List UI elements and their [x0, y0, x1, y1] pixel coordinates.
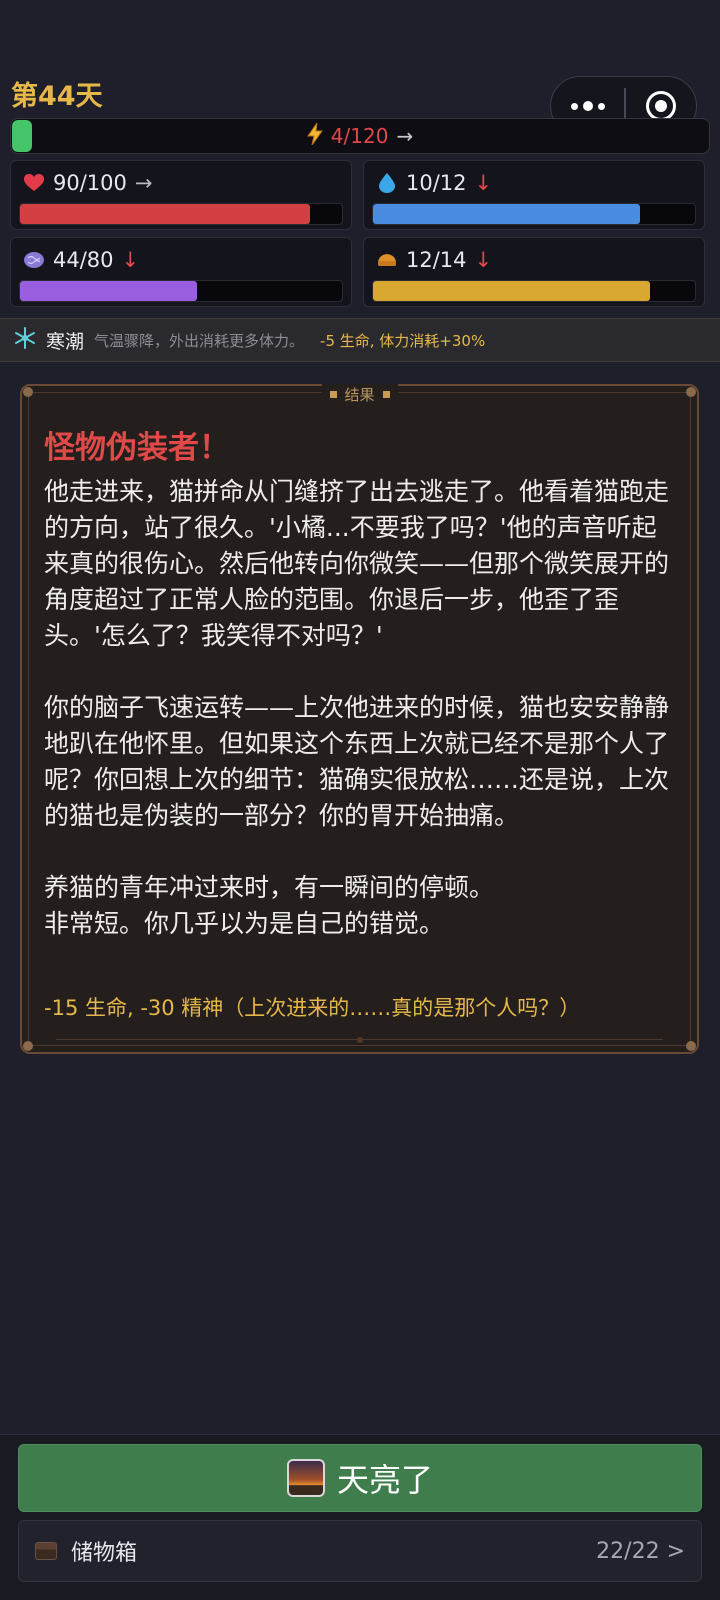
brain-icon [23, 249, 45, 271]
water-bar-fill [373, 204, 641, 224]
food-bar [372, 280, 696, 302]
panel-corner [686, 1041, 696, 1051]
spirit-bar [19, 280, 343, 302]
continue-button-label: 天亮了 [336, 1461, 433, 1499]
storage-button[interactable]: 储物箱 22/22 > [18, 1520, 702, 1582]
snowflake-icon [14, 327, 36, 353]
lightning-icon [306, 122, 323, 150]
spirit-stat-card: 44/80 ↓ [10, 237, 352, 307]
health-stat-card: 90/100 → [10, 160, 352, 230]
spirit-trend: ↓ [121, 248, 140, 272]
health-bar [19, 203, 343, 225]
food-trend: ↓ [474, 248, 493, 272]
game-screen: 第44天 4/120 → 90/100 → 10/12 ↓ 44/80 ↓ 12… [0, 0, 720, 1600]
food-value: 12/14 [406, 248, 467, 272]
panel-tag: 结果 [321, 384, 398, 405]
panel-corner [23, 387, 33, 397]
energy-label: 4/120 → [11, 119, 709, 153]
panel-corner [686, 387, 696, 397]
health-trend: → [134, 171, 153, 195]
food-bar-fill [373, 281, 650, 301]
spirit-value: 44/80 [53, 248, 114, 272]
result-panel: 结果 怪物伪装者！ 他走进来，猫拼命从门缝挤了出去逃走了。他看着猫跑走的方向，站… [20, 384, 699, 1054]
heart-icon [23, 172, 45, 194]
water-value: 10/12 [406, 171, 467, 195]
weather-description: 气温骤降，外出消耗更多体力。 [94, 331, 305, 350]
weather-status-strip: 寒潮 气温骤降，外出消耗更多体力。 -5 生命, 体力消耗+30% [0, 318, 720, 362]
water-drop-icon [376, 172, 398, 194]
energy-bar: 4/120 → [10, 118, 710, 154]
water-bar [372, 203, 696, 225]
panel-corner [23, 1041, 33, 1051]
sunrise-icon [286, 1459, 325, 1497]
chest-icon [35, 1542, 57, 1560]
storage-count: 22/22 > [596, 1538, 685, 1564]
water-stat-card: 10/12 ↓ [363, 160, 705, 230]
energy-value: 4/120 [330, 124, 389, 148]
weather-name: 寒潮 [46, 330, 85, 353]
weather-effect: -5 生命, 体力消耗+30% [320, 331, 486, 350]
storage-label: 储物箱 [71, 1541, 138, 1566]
continue-button[interactable]: 天亮了 [18, 1444, 702, 1512]
panel-tag-label: 结果 [344, 386, 375, 404]
close-mini-program-button[interactable] [626, 91, 697, 121]
water-trend: ↓ [474, 171, 493, 195]
health-value: 90/100 [53, 171, 127, 195]
target-icon [645, 91, 676, 121]
event-description: 他走进来，猫拼命从门缝挤了出去逃走了。他看着猫跑走的方向，站了很久。'小橘...… [44, 477, 670, 938]
food-stat-card: 12/14 ↓ [363, 237, 705, 307]
event-title: 怪物伪装者！ [44, 430, 230, 466]
day-counter: 第44天 [11, 81, 103, 112]
health-bar-fill [20, 204, 310, 224]
energy-trend: → [396, 124, 414, 148]
food-icon [376, 249, 398, 271]
event-result: -15 生命, -30 精神（上次进来的……真的是那个人吗？） [44, 996, 581, 1020]
spirit-bar-fill [20, 281, 198, 301]
panel-divider-dot [356, 1037, 363, 1043]
